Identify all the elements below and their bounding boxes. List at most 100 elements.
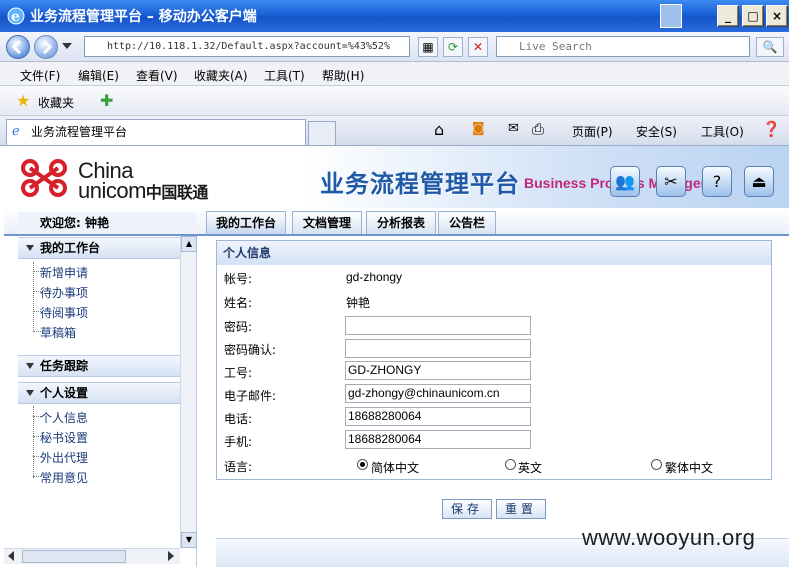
window-title: 业务流程管理平台 – 移动办公客户端 [30,9,257,25]
refresh-icon[interactable]: ⟳ [443,37,463,57]
scroll-left-icon[interactable] [8,551,14,561]
sidebar-horizontal-scrollbar[interactable] [4,548,180,564]
menu-view[interactable]: 查看(V) [136,67,178,84]
menu-help[interactable]: 帮助(H) [322,67,364,84]
search-button[interactable]: 🔍 [756,37,784,57]
tools-menu[interactable]: 工具(O) [701,123,744,140]
sidebar-section-title: 任务跟踪 [40,359,89,373]
new-tab-button[interactable] [308,121,336,145]
minimize-button[interactable]: _ [717,5,739,27]
password-confirm-field[interactable] [345,339,531,358]
sidebar-section-title: 我的工作台 [40,241,101,255]
address-toolbar: http://10.118.1.32/Default.aspx?account=… [0,32,789,62]
collapse-arrow-icon [26,245,34,251]
sidebar-section-task-tracking[interactable]: 任务跟踪 [18,355,180,377]
language-radio-traditional[interactable] [651,459,662,470]
users-icon[interactable]: 👥 [610,166,640,197]
sidebar-item-drafts[interactable]: 草稿箱 [40,324,76,341]
page-menu[interactable]: 页面(P) [572,123,613,140]
safety-menu[interactable]: 安全(S) [636,123,677,140]
forward-button[interactable] [34,35,58,59]
welcome-text: 欢迎您: 钟艳 [18,212,196,234]
language-option-traditional: 繁体中文 [665,461,714,475]
print-icon[interactable]: ⎙ [532,120,544,138]
password-confirm-label: 密码确认: [224,343,277,357]
feeds-icon[interactable]: ◙ [472,121,485,136]
language-radio-simplified[interactable] [357,459,368,470]
settings-icon[interactable]: ✂ [656,166,686,197]
back-button[interactable] [6,35,30,59]
arrow-right-icon [42,39,53,55]
tree-connector [33,262,34,332]
tab-bulletin[interactable]: 公告栏 [438,211,496,234]
window-switch-icon[interactable] [660,4,682,28]
logo-unicom-text: unicom [78,178,146,203]
sidebar-section-workbench[interactable]: 我的工作台 [18,237,180,259]
phone-label: 电话: [224,412,253,426]
arrow-left-icon [11,39,22,55]
mobile-label: 手机: [224,435,253,449]
favorites-bar: ★ 收藏夹 ✚ [0,86,789,116]
sidebar-item-to-read[interactable]: 待阅事项 [40,304,88,321]
menu-file[interactable]: 文件(F) [20,67,60,84]
tab-reports[interactable]: 分析报表 [366,211,436,234]
svg-text:e: e [11,9,20,25]
exit-icon[interactable]: ⏏ [744,166,774,197]
compatibility-view-icon[interactable]: ▦ [418,37,438,57]
search-input[interactable]: Live Search [496,36,750,57]
language-option-english: 英文 [518,461,543,475]
menu-bar: 文件(F) 编辑(E) 查看(V) 收藏夹(A) 工具(T) 帮助(H) [0,62,789,86]
password-label: 密码: [224,320,253,334]
account-value: gd-zhongy [346,270,403,284]
favorites-button[interactable]: 收藏夹 [38,94,74,111]
sidebar-item-personal-info[interactable]: 个人信息 [40,409,88,426]
logo-wordmark-unicom: unicom中国联通 [78,178,208,204]
add-favorite-icon[interactable]: ✚ [100,91,113,110]
scroll-right-icon[interactable] [168,551,174,561]
browser-tab-active[interactable]: ℯ 业务流程管理平台 [6,119,306,145]
name-label: 姓名: [224,296,253,310]
help-icon[interactable]: ? [702,166,732,197]
sidebar-item-common-opinions[interactable]: 常用意见 [40,469,88,486]
save-button[interactable]: 保存 [442,499,492,519]
stop-icon[interactable]: ✕ [468,37,488,57]
mail-icon[interactable]: ✉ [508,121,519,136]
sidebar-item-new-request[interactable]: 新增申请 [40,264,88,281]
window-titlebar: e 业务流程管理平台 – 移动办公客户端 _ □ × [0,0,789,32]
sidebar-item-todo[interactable]: 待办事项 [40,284,88,301]
email-field[interactable]: gd-zhongy@chinaunicom.cn [345,384,531,403]
password-field[interactable] [345,316,531,335]
watermark: www.wooyun.org [582,525,756,550]
browser-tab-label: 业务流程管理平台 [31,125,128,139]
language-radio-english[interactable] [505,459,516,470]
mobile-field[interactable]: 18688280064 [345,430,531,449]
email-label: 电子邮件: [224,389,277,403]
help-icon[interactable]: ❓ [762,120,781,138]
reset-button[interactable]: 重置 [496,499,546,519]
language-option-simplified: 简体中文 [371,461,420,475]
sidebar-vertical-scrollbar[interactable]: ▲ ▼ [180,236,197,548]
employee-number-field[interactable]: GD-ZHONGY [345,361,531,380]
unicom-logo-icon [14,156,74,200]
maximize-button[interactable]: □ [742,5,764,27]
collapse-arrow-icon [26,363,34,369]
home-icon[interactable]: ⌂ [434,120,444,139]
name-value: 钟艳 [346,296,371,310]
menu-favorites[interactable]: 收藏夹(A) [194,67,248,84]
sidebar-item-away-proxy[interactable]: 外出代理 [40,449,88,466]
scroll-down-icon[interactable]: ▼ [181,532,197,548]
history-dropdown-icon[interactable] [62,43,72,49]
scroll-thumb[interactable] [22,550,126,563]
collapse-arrow-icon [26,390,34,396]
tab-documents[interactable]: 文档管理 [292,211,362,234]
phone-field[interactable]: 18688280064 [345,407,531,426]
sidebar-item-secretary[interactable]: 秘书设置 [40,429,88,446]
tab-my-workbench[interactable]: 我的工作台 [206,211,286,234]
sidebar-section-personal-settings[interactable]: 个人设置 [18,382,180,404]
scroll-up-icon[interactable]: ▲ [181,236,197,252]
sidebar-section-title: 个人设置 [40,386,89,400]
url-input[interactable]: http://10.118.1.32/Default.aspx?account=… [84,36,410,57]
menu-tools[interactable]: 工具(T) [264,67,305,84]
close-button[interactable]: × [766,5,788,27]
menu-edit[interactable]: 编辑(E) [78,67,119,84]
